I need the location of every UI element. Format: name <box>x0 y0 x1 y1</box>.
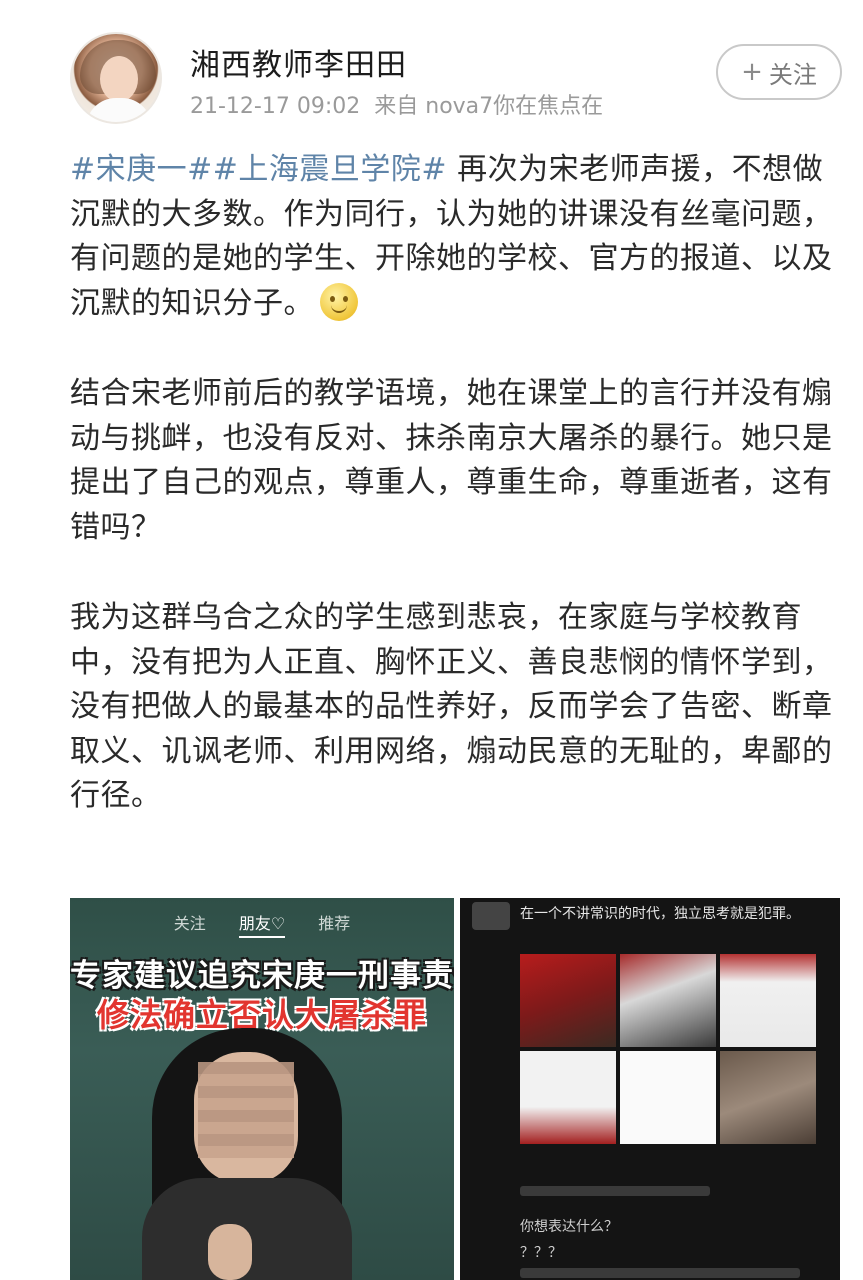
grid-thumb <box>620 954 716 1047</box>
post-paragraph-3: 我为这群乌合之众的学生感到悲哀，在家庭与学校教育中，没有把为人正直、胸怀正义、善… <box>70 600 833 813</box>
post-header: 湘西教师李田田 21-12-17 09:02 来自 nova7你在焦点在 + 关注 <box>0 0 863 140</box>
user-avatar[interactable] <box>70 32 162 124</box>
grid-thumb <box>720 954 816 1047</box>
username[interactable]: 湘西教师李田田 <box>190 40 407 84</box>
avatar-body <box>86 98 152 122</box>
post-source: 来自 nova7你在焦点在 <box>374 94 604 119</box>
grid-thumb <box>720 1051 816 1144</box>
comment-placeholder <box>520 1186 710 1196</box>
comment-text-1: 你想表达什么？ <box>520 1219 618 1235</box>
teacher-hand <box>208 1224 252 1280</box>
avatar-face <box>100 56 138 102</box>
hashtag-link[interactable]: #宋庚一##上海震旦学院# <box>70 152 447 187</box>
image-tab-following: 关注 <box>173 914 206 933</box>
post-image-2[interactable]: 在一个不讲常识的时代，独立思考就是犯罪。 你想表达什么？ ？？？ <box>460 898 840 1280</box>
post-paragraph-1: #宋庚一##上海震旦学院# 再次为宋老师声援，不想做沉默的大多数。作为同行，认为… <box>70 148 840 326</box>
grid-thumb <box>520 1051 616 1144</box>
post-image-1[interactable]: 关注 朋友♡ 推荐 专家建议追究宋庚一刑事责任 修法确立否认大屠杀罪 <box>70 898 454 1280</box>
plus-icon: + <box>741 57 763 87</box>
screenshot-grid <box>520 954 816 1144</box>
image-tab-recommend: 推荐 <box>318 914 351 933</box>
mosaic-blur <box>198 1062 294 1158</box>
smile-emoji-icon <box>320 282 358 321</box>
comment-placeholder <box>520 1268 800 1278</box>
image-caption-line-1: 专家建议追究宋庚一刑事责任 <box>70 958 454 994</box>
image-tabs: 关注 朋友♡ 推荐 <box>70 910 454 938</box>
grid-thumb <box>620 1051 716 1144</box>
follow-button[interactable]: + 关注 <box>716 44 842 100</box>
follow-label: 关注 <box>768 60 817 89</box>
comment-text-2: ？？？ <box>520 1245 562 1261</box>
grid-thumb <box>520 954 616 1047</box>
screenshot-title: 在一个不讲常识的时代，独立思考就是犯罪。 <box>520 906 800 922</box>
teacher-photo <box>142 1028 352 1280</box>
screenshot-avatar <box>472 902 510 930</box>
post-body: #宋庚一##上海震旦学院# 再次为宋老师声援，不想做沉默的大多数。作为同行，认为… <box>70 148 840 865</box>
post-paragraph-2: 结合宋老师前后的教学语境，她在课堂上的言行并没有煽动与挑衅，也没有反对、抹杀南京… <box>70 376 833 545</box>
post-timestamp: 21-12-17 09:02 <box>190 94 361 119</box>
image-tab-friends: 朋友♡ <box>238 914 286 938</box>
post-images: 关注 朋友♡ 推荐 专家建议追究宋庚一刑事责任 修法确立否认大屠杀罪 在一个不讲… <box>70 898 840 1280</box>
post-meta: 21-12-17 09:02 来自 nova7你在焦点在 <box>190 88 603 120</box>
